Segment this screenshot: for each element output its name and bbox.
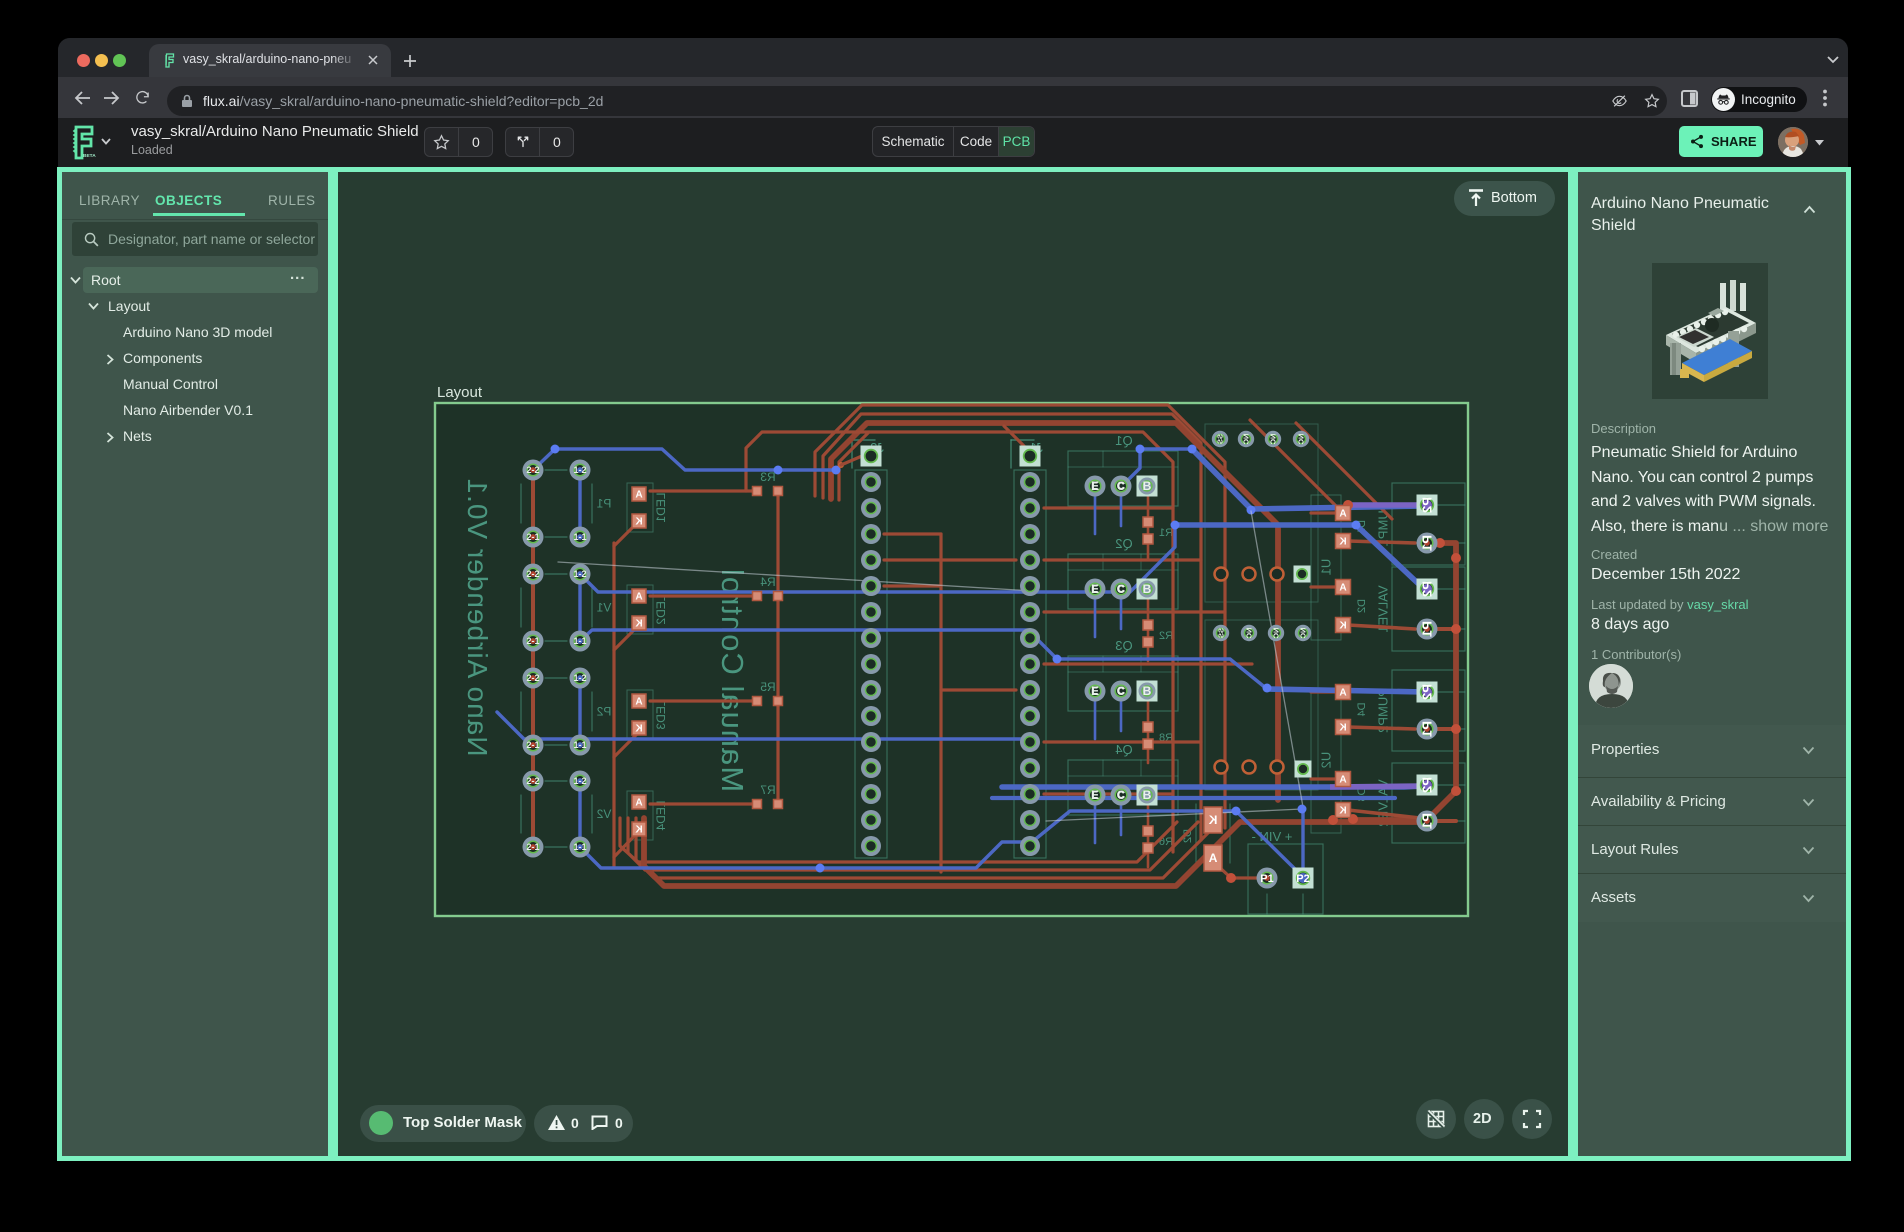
svg-text:E: E: [1091, 684, 1099, 698]
svg-text:Q3: Q3: [1115, 638, 1132, 653]
svg-text:Q2: Q2: [1115, 536, 1132, 551]
svg-text:LED2: LED2: [654, 594, 668, 624]
svg-text:A: A: [635, 490, 642, 501]
svg-text:A: A: [1339, 775, 1346, 786]
svg-text:C: C: [1117, 684, 1126, 698]
svg-text:Nano Airbender V0.1: Nano Airbender V0.1: [462, 478, 493, 757]
svg-text:Manual Control: Manual Control: [715, 568, 750, 792]
svg-text:NC: NC: [1245, 628, 1254, 639]
svg-text:Q4: Q4: [1115, 742, 1132, 757]
svg-text:LED3: LED3: [654, 699, 668, 729]
svg-text:C: C: [1117, 582, 1126, 596]
svg-text:D4: D4: [1356, 702, 1368, 716]
svg-text:1-1: 1-1: [573, 740, 586, 750]
svg-text:2-2: 2-2: [526, 569, 539, 579]
svg-text:1-2: 1-2: [573, 569, 586, 579]
svg-text:A: A: [1339, 509, 1346, 520]
svg-text:P2: P2: [1420, 684, 1435, 700]
svg-text:K: K: [1208, 813, 1217, 827]
svg-text:NC: NC: [1269, 434, 1278, 445]
svg-text:P1: P1: [596, 497, 611, 511]
svg-text:K: K: [635, 825, 643, 836]
svg-text:U2: U2: [1319, 752, 1334, 769]
svg-text:NC: NC: [1272, 628, 1281, 639]
svg-text:K: K: [1339, 537, 1347, 548]
svg-text:P2: P2: [1420, 497, 1435, 513]
svg-text:R4: R4: [760, 575, 776, 589]
svg-text:P2: P2: [1420, 581, 1435, 597]
svg-text:SS: SS: [1217, 628, 1226, 638]
svg-text:P2: P2: [1296, 873, 1309, 885]
svg-text:2-2: 2-2: [526, 776, 539, 786]
svg-text:R3: R3: [760, 470, 776, 484]
svg-text:2-1: 2-1: [526, 740, 539, 750]
svg-text:C: C: [1117, 479, 1126, 493]
svg-text:P1: P1: [1420, 813, 1435, 829]
svg-text:V2: V2: [596, 807, 611, 821]
svg-text:P1: P1: [1260, 873, 1273, 885]
svg-text:1-2: 1-2: [573, 673, 586, 683]
svg-text:BETA: BETA: [83, 153, 96, 159]
svg-text:P1: P1: [1420, 721, 1435, 737]
svg-text:V1: V1: [596, 601, 611, 615]
svg-text:A: A: [1339, 688, 1346, 699]
svg-text:E: E: [1091, 479, 1099, 493]
svg-text:B: B: [1143, 788, 1152, 802]
svg-text:2-1: 2-1: [526, 636, 539, 646]
svg-text:2-1: 2-1: [526, 842, 539, 852]
svg-text:E: E: [1091, 582, 1099, 596]
svg-text:A: A: [1339, 583, 1346, 594]
svg-text:1-2: 1-2: [573, 776, 586, 786]
svg-text:2-2: 2-2: [526, 673, 539, 683]
svg-text:P1: P1: [1420, 535, 1435, 551]
svg-text:NC: NC: [1297, 434, 1306, 445]
svg-text:1-2: 1-2: [573, 465, 586, 475]
svg-text:D2: D2: [1356, 599, 1368, 613]
svg-text:K: K: [1339, 806, 1347, 817]
svg-text:NC: NC: [1299, 628, 1308, 639]
svg-text:C: C: [1117, 788, 1126, 802]
svg-text:SS: SS: [1216, 434, 1225, 444]
svg-text:R1: R1: [1159, 527, 1173, 539]
svg-text:P1: P1: [1420, 621, 1435, 637]
svg-text:K: K: [635, 724, 643, 735]
svg-text:1-1: 1-1: [573, 636, 586, 646]
svg-text:LED1: LED1: [654, 492, 668, 522]
svg-text:P2: P2: [596, 705, 611, 719]
svg-text:R2: R2: [1159, 630, 1173, 642]
svg-text:U1: U1: [1319, 559, 1334, 576]
svg-text:A: A: [635, 592, 642, 603]
svg-text:1-1: 1-1: [573, 842, 586, 852]
svg-text:B: B: [1143, 684, 1152, 698]
svg-text:R7: R7: [760, 783, 776, 797]
svg-text:E: E: [1091, 788, 1099, 802]
svg-text:B: B: [1143, 582, 1152, 596]
svg-text:K: K: [1339, 723, 1347, 734]
svg-text:K: K: [1339, 621, 1347, 632]
svg-text:P2: P2: [1420, 777, 1435, 793]
svg-text:K: K: [635, 517, 643, 528]
svg-text:2-2: 2-2: [526, 465, 539, 475]
svg-text:2-1: 2-1: [526, 532, 539, 542]
svg-text:B: B: [1143, 479, 1152, 493]
svg-text:K: K: [635, 619, 643, 630]
svg-text:Layout: Layout: [437, 384, 483, 401]
svg-text:NC: NC: [1242, 434, 1251, 445]
svg-text:Q1: Q1: [1115, 433, 1132, 448]
svg-text:A: A: [1208, 851, 1217, 865]
svg-text:R5: R5: [760, 680, 776, 694]
svg-text:A: A: [635, 697, 642, 708]
svg-text:1-1: 1-1: [573, 532, 586, 542]
svg-text:A: A: [635, 798, 642, 809]
